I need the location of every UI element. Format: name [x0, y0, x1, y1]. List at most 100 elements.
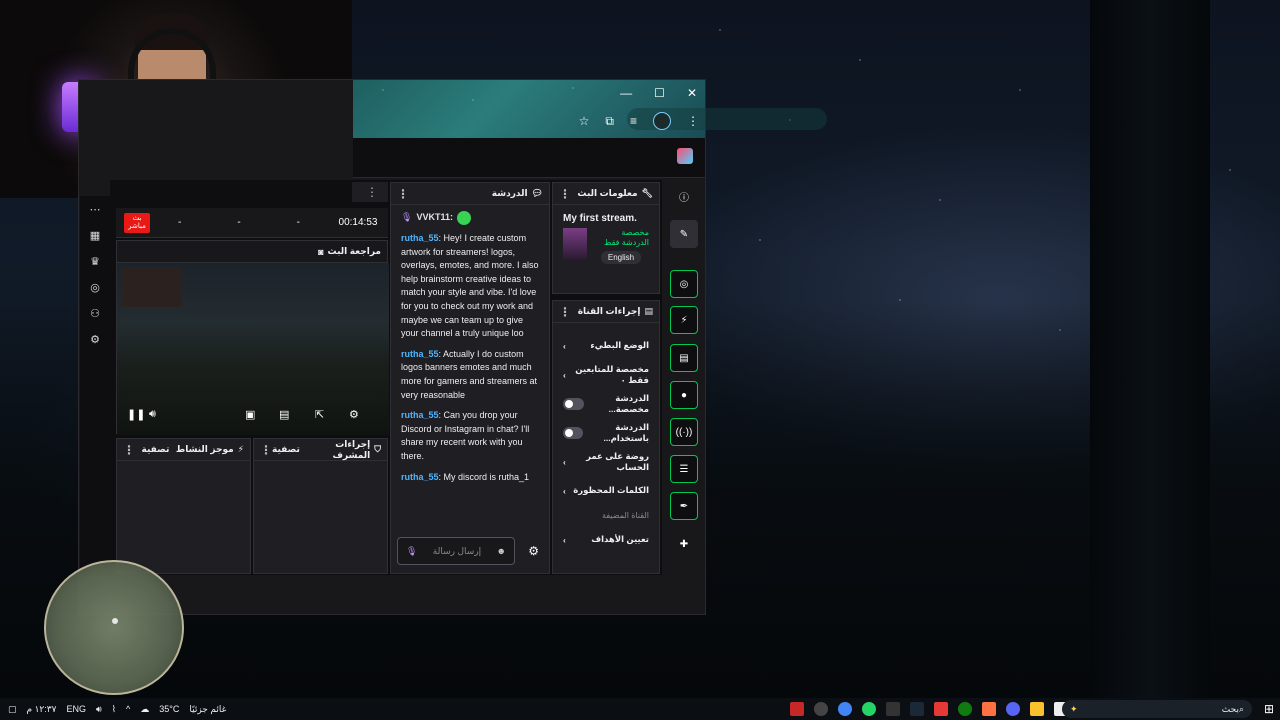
activity-filter-button[interactable]: تصفية [142, 444, 170, 455]
app-icon-4[interactable] [934, 702, 948, 716]
stat-followers: - [237, 217, 241, 228]
app-logo-icon[interactable] [677, 148, 693, 164]
mod-actions-title: إجراءات المشرف [332, 438, 371, 460]
nav-dashboard-icon[interactable]: ▦ [80, 222, 110, 248]
lightning-icon: ⚡︎ [237, 444, 244, 454]
chat-input[interactable]: ☻ إرسال رسالة 🎙︎ [397, 537, 515, 565]
stream-stats-row: بث مباشر - - - 00:14:53 [116, 208, 388, 238]
media-control-icon[interactable]: ≡ [630, 114, 637, 128]
broadcast-icon[interactable]: ((·)) [670, 418, 698, 446]
preview-icon: ◙ [318, 246, 324, 257]
steam-icon[interactable] [910, 702, 924, 716]
video-settings-icon[interactable]: ⚙ [349, 408, 359, 421]
browser-menu-icon[interactable]: ⋮ [687, 114, 699, 128]
theater-icon[interactable]: ▤ [279, 408, 315, 421]
bookmark-star-icon[interactable]: ☆ [579, 114, 590, 128]
chrome-icon[interactable] [838, 702, 852, 716]
action-account-age[interactable]: روضة على عمر الحساب › [553, 447, 659, 476]
channel-actions-header: ▤ إجراءات القناة ⋮ [553, 301, 659, 323]
nav-stream-icon[interactable]: ◎ [80, 274, 110, 300]
chat-username[interactable]: rutha_55 [401, 410, 439, 420]
channel-actions-menu-icon[interactable]: ⋮ [559, 305, 571, 319]
popout-icon[interactable]: ⇱ [315, 408, 349, 421]
chat-text: : Hey! I create custom artwork for strea… [401, 233, 539, 339]
chat-action-icon[interactable]: ● [670, 381, 698, 409]
weather-temp[interactable]: 35°C [159, 704, 179, 714]
stats-menu-icon[interactable]: ⋮ [366, 185, 378, 199]
emote-only-toggle[interactable] [563, 426, 583, 439]
app-icon-1[interactable] [790, 702, 804, 716]
category-line1: مخصصة [621, 228, 649, 237]
stat-viewers: - [177, 217, 182, 228]
search-placeholder: بحث [1221, 703, 1239, 714]
stream-info-menu-icon[interactable]: ⋮ [559, 187, 571, 201]
pause-icon[interactable]: ❚❚ [127, 408, 149, 421]
action-subs-only: الدردشة مخصصة... [553, 389, 659, 418]
chat-username[interactable]: rutha_55 [401, 472, 439, 482]
mic-icon: 🎙︎ [406, 545, 418, 556]
notification-icon[interactable]: ▢ [8, 704, 17, 715]
browser-titlebar: — ☐ ✕ ☆ ⧉ ≡ ⋮ [353, 80, 827, 138]
minimize-icon[interactable]: — [620, 86, 632, 100]
maximize-icon[interactable]: ☐ [654, 86, 665, 100]
profile-avatar[interactable] [653, 112, 671, 130]
mod-filter-button[interactable]: تصفية [272, 444, 300, 455]
action-label: الدردشة باستخدام... [603, 421, 649, 443]
edit-icon[interactable]: ✎ [670, 220, 698, 248]
chat-menu-icon[interactable]: ⋮ [397, 187, 409, 201]
volume-icon[interactable]: 🔊︎ [149, 408, 245, 421]
notes-icon[interactable]: ▤ [670, 344, 698, 372]
volume-tray-icon[interactable]: 🔊︎ [96, 704, 102, 715]
nav-trophy-icon[interactable]: ♛ [80, 248, 110, 274]
weather-text[interactable]: غائم جزئيًا [189, 704, 226, 715]
file-explorer-icon[interactable] [1030, 702, 1044, 716]
hint-label: القناة المضيفة [602, 510, 649, 520]
chat-title: الدردشة [491, 188, 528, 198]
taskbar-search[interactable]: ⌕ بحث ✦ [1062, 700, 1252, 718]
xbox-icon[interactable] [958, 702, 972, 716]
info-icon[interactable]: ⓘ [670, 182, 698, 210]
chat-username[interactable]: rutha_55 [401, 233, 439, 243]
pip-icon[interactable]: ▣ [245, 408, 279, 421]
language-indicator[interactable]: ENG [66, 704, 86, 714]
extensions-icon[interactable]: ⧉ [605, 114, 614, 129]
action-followers-only[interactable]: مخصصة للمتابعين فقط ٠ › [553, 360, 659, 389]
action-set-goals[interactable]: تعيين الأهداف › [553, 525, 659, 554]
app-icon-5[interactable] [982, 702, 996, 716]
activity-menu-icon[interactable]: ⋮ [123, 443, 135, 457]
chat-username[interactable]: rutha_55 [401, 349, 439, 359]
chat-settings-icon[interactable]: ⚙ [528, 544, 539, 558]
close-icon[interactable]: ✕ [687, 86, 697, 100]
nav-users-icon[interactable]: ⚇ [80, 300, 110, 326]
app-icon-3[interactable] [886, 702, 900, 716]
mod-menu-icon[interactable]: ⋮ [260, 443, 272, 457]
clock[interactable]: ١٢:٣٧ م [27, 704, 57, 715]
discord-icon[interactable] [1006, 702, 1020, 716]
stream-title: My first stream. [563, 213, 637, 224]
app-icon-2[interactable] [814, 702, 828, 716]
stream-video[interactable]: ❚❚ 🔊︎ ▣ ▤ ⇱ ⚙ [117, 263, 389, 435]
left-sidebar-nav: ⋯ ▦ ♛ ◎ ⚇ ⚙ [80, 196, 110, 576]
chat-username[interactable]: VVKT11: [416, 211, 453, 225]
activity-feed-panel: ⚡︎ موجز النشاط تصفية ⋮ [116, 438, 251, 574]
network-icon[interactable]: ⌇ [112, 704, 116, 715]
start-icon[interactable]: ⊞ [1264, 702, 1274, 716]
layout-icon[interactable]: ☰ [670, 455, 698, 483]
subs-only-toggle[interactable] [563, 397, 584, 410]
action-label: مخصصة للمتابعين فقط ٠ [575, 363, 649, 385]
tray-expand-icon[interactable]: ^ [126, 704, 130, 714]
add-action-icon[interactable]: ✚ [670, 530, 698, 558]
game-minimap [44, 560, 184, 695]
emoji-icon[interactable]: ☻ [497, 546, 506, 556]
action-blocked-terms[interactable]: الكلمات المحظورة › [553, 476, 659, 505]
action-slow-mode[interactable]: الوضع البطيء › [553, 331, 659, 360]
nav-settings-icon[interactable]: ⚙ [80, 326, 110, 352]
tools-icon[interactable]: ✒ [670, 492, 698, 520]
clip-icon[interactable]: ◎ [670, 270, 698, 298]
lightning-action-icon[interactable]: ⚡︎ [670, 306, 698, 334]
chevron-right-icon: › [563, 534, 566, 545]
nav-collapse-icon[interactable]: ⋯ [80, 196, 110, 222]
weather-icon[interactable]: ☁︎ [140, 704, 149, 715]
mod-actions-panel: ⛉ إجراءات المشرف تصفية ⋮ [253, 438, 388, 574]
whatsapp-icon[interactable] [862, 702, 876, 716]
